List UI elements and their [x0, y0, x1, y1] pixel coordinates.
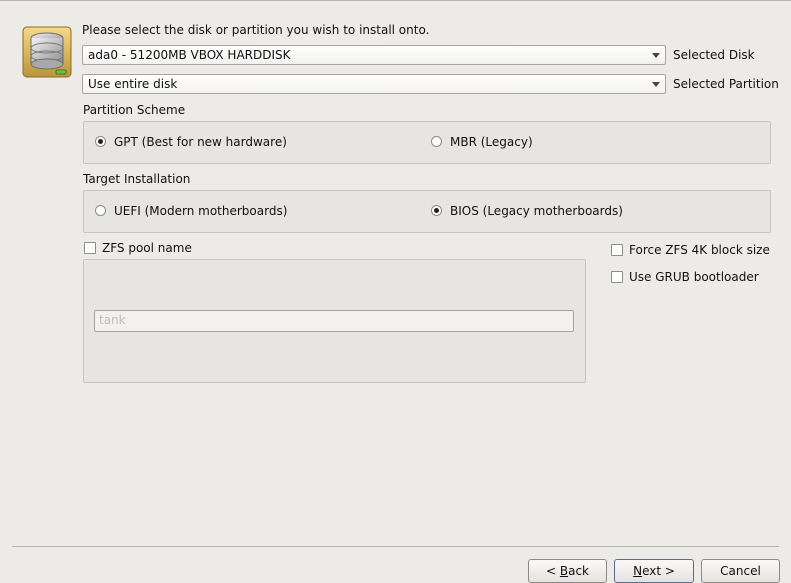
chevron-down-icon [652, 82, 660, 87]
mbr-label[interactable]: MBR (Legacy) [450, 135, 533, 149]
back-button-rest: ack [568, 564, 589, 578]
disk-select-value: ada0 - 51200MB VBOX HARDDISK [88, 48, 291, 62]
mbr-radio[interactable] [431, 136, 442, 147]
zfs-pool-name-label[interactable]: ZFS pool name [102, 241, 192, 255]
partition-select[interactable]: Use entire disk [82, 74, 666, 94]
selected-disk-label: Selected Disk [673, 48, 755, 62]
cancel-button[interactable]: Cancel [701, 559, 780, 583]
next-button-rest: ext > [642, 564, 675, 578]
zfs-pool-name-placeholder: tank [99, 313, 126, 327]
uefi-radio[interactable] [95, 205, 106, 216]
force-zfs-4k-label[interactable]: Force ZFS 4K block size [629, 243, 770, 257]
bios-label[interactable]: BIOS (Legacy motherboards) [450, 204, 623, 218]
window-top-border [0, 0, 791, 1]
gpt-radio[interactable] [95, 136, 106, 147]
gpt-label[interactable]: GPT (Best for new hardware) [114, 135, 287, 149]
partition-scheme-group: GPT (Best for new hardware) MBR (Legacy) [83, 121, 771, 164]
use-grub-checkbox[interactable] [611, 271, 623, 283]
next-button[interactable]: Next > [614, 559, 694, 583]
back-button-prefix: < [545, 564, 560, 578]
target-installation-group: UEFI (Modern motherboards) BIOS (Legacy … [83, 190, 771, 233]
next-button-mnemonic: N [633, 564, 643, 578]
selected-partition-label: Selected Partition [673, 77, 779, 91]
use-grub-label[interactable]: Use GRUB bootloader [629, 270, 759, 284]
zfs-pool-name-input[interactable]: tank [94, 310, 574, 332]
back-button[interactable]: < Back [528, 559, 607, 583]
target-installation-title: Target Installation [83, 172, 191, 186]
chevron-down-icon [652, 53, 660, 58]
hard-disk-icon [22, 26, 72, 78]
partition-scheme-title: Partition Scheme [83, 103, 186, 117]
uefi-label[interactable]: UEFI (Modern motherboards) [114, 204, 287, 218]
back-button-mnemonic: B [559, 564, 569, 578]
footer-separator [12, 546, 779, 547]
force-zfs-4k-checkbox[interactable] [611, 244, 623, 256]
zfs-pool-name-checkbox[interactable] [84, 242, 96, 254]
install-prompt: Please select the disk or partition you … [82, 23, 430, 37]
bios-radio[interactable] [431, 205, 442, 216]
disk-select[interactable]: ada0 - 51200MB VBOX HARDDISK [82, 45, 666, 65]
partition-select-value: Use entire disk [88, 77, 178, 91]
